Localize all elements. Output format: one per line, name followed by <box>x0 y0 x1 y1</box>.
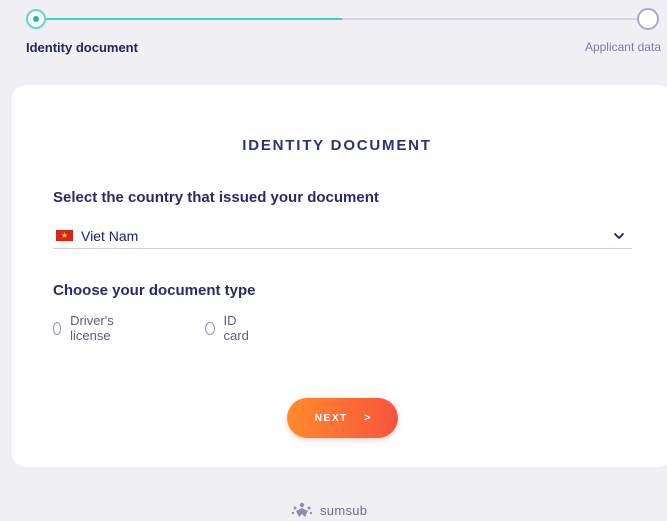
radio-option-drivers-license[interactable]: Driver's license <box>53 313 119 343</box>
card-title: IDENTITY DOCUMENT <box>242 137 432 154</box>
country-select-value: Viet Nam <box>81 228 139 244</box>
progress-fill <box>46 18 342 20</box>
step-label-applicant-data: Applicant data <box>584 40 661 54</box>
vietnam-flag-icon: ★ <box>56 230 73 241</box>
country-section-label: Select the country that issued your docu… <box>53 189 379 206</box>
step-indicator-identity-document[interactable] <box>26 9 46 29</box>
country-select[interactable]: ★ Viet Nam <box>53 223 632 249</box>
step-indicator-applicant-data[interactable] <box>637 8 659 30</box>
sumsub-logo-icon <box>291 502 313 517</box>
progress-stepper: Identity document Applicant data <box>0 0 667 60</box>
radio-button-drivers-license[interactable] <box>53 321 62 335</box>
radio-label-id-card: ID card <box>223 313 249 343</box>
identity-document-card: IDENTITY DOCUMENT Select the country tha… <box>12 85 667 467</box>
document-type-section-label: Choose your document type <box>53 282 256 299</box>
sumsub-logo: sumsub <box>290 498 367 521</box>
radio-option-id-card[interactable]: ID card <box>205 313 252 343</box>
flag-star-icon: ★ <box>60 230 69 240</box>
next-button[interactable]: NEXT > <box>287 398 398 438</box>
arrow-right-icon: > <box>363 412 371 424</box>
radio-label-drivers-license: Driver's license <box>70 313 114 343</box>
step-label-identity-document: Identity document <box>26 40 138 55</box>
radio-button-id-card[interactable] <box>205 321 215 335</box>
chevron-down-icon <box>614 233 624 239</box>
footer-brand-text: sumsub <box>320 502 368 518</box>
next-button-label: NEXT <box>314 412 348 424</box>
active-step-dot <box>33 16 39 22</box>
